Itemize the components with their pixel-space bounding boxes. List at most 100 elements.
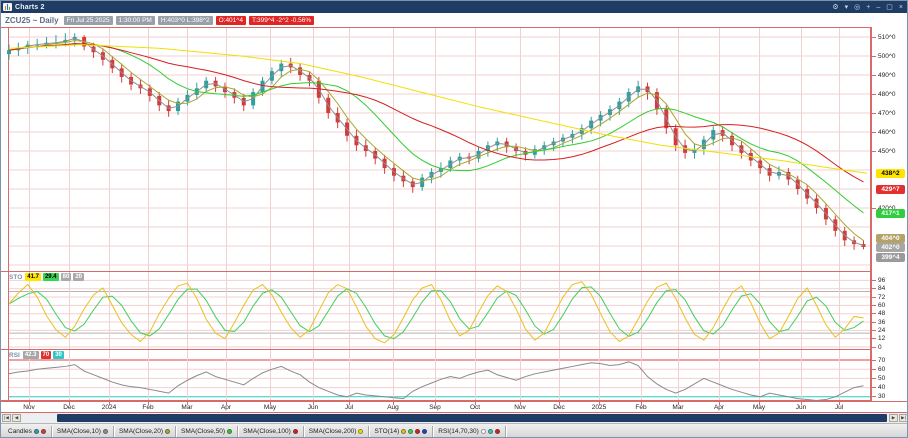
legend-item-sto-14-[interactable]: STO(14): [369, 425, 434, 437]
time-axis-label: Nov: [23, 404, 35, 411]
legend-item-label: SMA(Close,100): [243, 428, 291, 435]
price-tick-label: 460^0: [872, 128, 896, 137]
time-chip: 1:30:00 PM: [115, 15, 155, 25]
scroll-right-button[interactable]: ▶: [889, 414, 898, 422]
legend-color-dot: [487, 429, 493, 434]
price-tick-label: 480^0: [872, 90, 896, 99]
price-axis-badge: 402^0: [876, 243, 905, 253]
scroll-start-button[interactable]: |◀: [2, 414, 11, 422]
chevron-down-icon[interactable]: ▾: [845, 4, 849, 11]
stochastic-pane[interactable]: [1, 271, 871, 349]
overlay-sma-close-20-: [8, 40, 864, 241]
legend-color-dot: [102, 429, 108, 434]
scroll-end-button[interactable]: ▶|: [899, 414, 907, 422]
legend-color-dot: [408, 429, 414, 434]
legend-item-label: SMA(Close,20): [118, 428, 164, 435]
legend-item-sma-close-50-[interactable]: SMA(Close,50): [176, 425, 239, 437]
time-axis[interactable]: Nov Dec 2024 Feb Mar Apr May Jun Jul Aug Sep Oct Nov…: [1, 401, 907, 413]
legend-color-dot: [40, 429, 46, 434]
view-icon[interactable]: ◎: [854, 4, 860, 11]
legend-item-sma-close-100-[interactable]: SMA(Close,100): [238, 425, 304, 437]
legend-color-dot: [494, 429, 500, 434]
time-axis-label: Dec: [553, 404, 565, 411]
time-axis-label: 2025: [591, 404, 607, 411]
scroll-left-button[interactable]: ◀: [12, 414, 21, 422]
price-axis-badge: 399^4: [876, 252, 905, 262]
legend-item-sma-close-10-[interactable]: SMA(Close,10): [52, 425, 114, 437]
time-axis-label: Nov: [514, 404, 526, 411]
time-axis-label: Sep: [429, 404, 441, 411]
time-axis-label: Jun: [795, 404, 807, 411]
indicator-value-badge: 29.4: [42, 273, 59, 281]
rsi-tick-label: 50: [872, 374, 885, 383]
rsi-pane[interactable]: [1, 349, 871, 401]
rsi-pane-legend: RSI 42.3 70 30: [9, 351, 64, 359]
legend-color-dot: [227, 429, 233, 434]
time-axis-label: 2024: [101, 404, 117, 411]
rsi-line: [8, 361, 864, 401]
rsi-tick-label: 70: [872, 356, 885, 365]
rsi-tick-label: 40: [872, 383, 885, 392]
indicator-value-badge: 41.7: [25, 273, 41, 281]
window-title: Charts 2: [15, 3, 45, 11]
date-chip: Fri Jul 25 2025: [63, 15, 113, 25]
legend-color-dot: [415, 429, 421, 434]
price-pane[interactable]: [1, 27, 871, 271]
horizontal-scrollbar[interactable]: |◀ ◀ ▶ ▶|: [1, 413, 907, 423]
legend-color-dot: [165, 429, 171, 434]
indicator-value-badge: 70: [40, 351, 52, 359]
legend-item-candles[interactable]: Candles: [3, 425, 52, 437]
candle: [7, 50, 11, 55]
symbol-selector[interactable]: ZCU25 ~ Daily: [5, 16, 59, 25]
price-tick-label: 500^0: [872, 52, 896, 61]
pin-icon[interactable]: +: [866, 4, 870, 11]
scrollbar-thumb[interactable]: [57, 414, 887, 422]
overlay-sma-close-10-: [8, 37, 864, 246]
time-axis-label: Feb: [142, 404, 154, 411]
rsi-label: RSI: [9, 351, 20, 359]
price-axis-badge: 438^2: [876, 168, 905, 178]
indicator-value-badge: 20: [73, 273, 84, 281]
price-tick-label: 490^0: [872, 71, 896, 80]
titlebar[interactable]: Charts 2 ⚙ ▾ ◎ + – ▢ ×: [1, 1, 907, 13]
minimize-icon[interactable]: –: [876, 4, 880, 11]
legend-color-dot: [422, 429, 428, 434]
high-low-chip: H:403^0 L:398^2: [157, 15, 213, 25]
price-axis-badge: 404^0: [876, 233, 905, 243]
time-axis-label: Aug: [387, 404, 399, 411]
time-axis-label: Dec: [63, 404, 75, 411]
sto-tick-label: 0: [872, 343, 882, 352]
rsi-tick-label: 30: [872, 392, 885, 401]
time-axis-label: Apr: [220, 404, 232, 411]
legend-item-rsi-14-70-30-[interactable]: RSI(14,70,30): [433, 425, 506, 437]
legend-item-label: Candles: [8, 428, 32, 435]
settings-gear-icon[interactable]: ⚙: [832, 4, 838, 11]
price-tick-label: 510^0: [872, 33, 896, 42]
rsi-tick-label: 60: [872, 365, 885, 374]
time-axis-label: Apr: [713, 404, 725, 411]
legend-item-sma-close-200-[interactable]: SMA(Close,200): [304, 425, 370, 437]
legend-color-dot: [480, 429, 486, 434]
price-axis[interactable]: 510^0500^0490^0480^0470^0460^0450^0420^0…: [871, 27, 907, 401]
price-axis-badge: 417^1: [876, 208, 905, 218]
sto-label: STO: [9, 273, 23, 281]
price-axis-badge: 429^7: [876, 184, 905, 194]
app-icon: [3, 3, 12, 11]
time-axis-label: Oct: [469, 404, 481, 411]
close-icon[interactable]: ×: [899, 4, 903, 11]
price-tick-label: 450^0: [872, 147, 896, 156]
chart-window: Charts 2 ⚙ ▾ ◎ + – ▢ × ZCU25 ~ Daily Fri…: [0, 0, 908, 438]
legend-color-dot: [401, 429, 407, 434]
time-axis-label: Mar: [181, 404, 193, 411]
open-chip: O:401^4: [215, 15, 246, 25]
sto-pane-legend: STO 41.7 29.4 80 20: [9, 273, 84, 281]
legend-item-sma-close-20-[interactable]: SMA(Close,20): [114, 425, 177, 437]
legend-item-label: SMA(Close,200): [308, 428, 357, 435]
legend-item-label: STO(14): [374, 428, 400, 435]
legend-color-dot: [33, 429, 39, 434]
last-change-chip: T:399^4 -2^2 -0.56%: [248, 15, 315, 25]
restore-icon[interactable]: ▢: [886, 4, 893, 11]
time-axis-label: May: [752, 404, 766, 411]
indicator-value-badge: 42.3: [22, 351, 39, 359]
time-axis-label: Feb: [635, 404, 647, 411]
